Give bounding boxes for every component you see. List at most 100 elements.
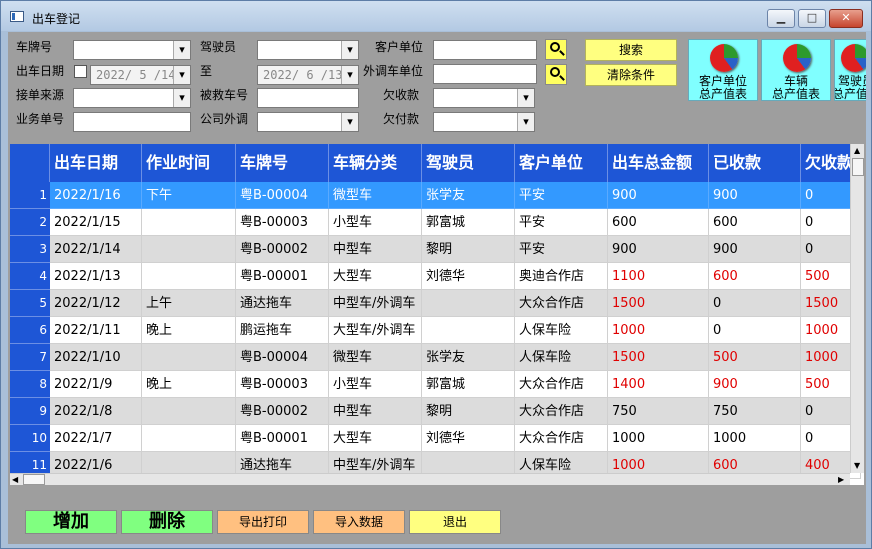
vehicle-report-button[interactable]: 车辆 总产值表 [761, 39, 831, 101]
date-checkbox[interactable] [74, 65, 87, 78]
scroll-left-icon[interactable]: ◀ [12, 475, 18, 484]
table-cell: 张学友 [422, 182, 515, 209]
rescued-input[interactable] [257, 88, 359, 108]
row-number[interactable]: 3 [10, 236, 50, 263]
table-cell: 600 [608, 209, 709, 236]
table-row[interactable]: 1 2022/1/16 下午 粤B-00004 微型车 张学友 平安 900 900 0 [10, 182, 861, 209]
table-cell: 下午 [142, 182, 236, 209]
outsource-search-button[interactable] [545, 64, 567, 85]
table-row[interactable]: 5 2022/1/12 上午 通达拖车 中型车/外调车 大众合作店 1500 0 1500 [10, 290, 861, 317]
delete-button[interactable]: 删除 [121, 510, 213, 534]
table-row[interactable]: 8 2022/1/9 晚上 粤B-00003 小型车 郭富城 大众合作店 1400 900 500 [10, 371, 861, 398]
driver-report-button[interactable]: 驾驶员总产值表 [834, 39, 866, 101]
table-cell: 大众合作店 [515, 290, 608, 317]
table-cell: 2022/1/14 [50, 236, 142, 263]
row-number[interactable]: 4 [10, 263, 50, 290]
customer-report-button[interactable]: 客户单位 总产值表 [688, 39, 758, 101]
table-cell: 大众合作店 [515, 425, 608, 452]
driver-select[interactable] [257, 40, 359, 60]
outsource-input[interactable] [433, 64, 537, 84]
source-select[interactable] [73, 88, 191, 108]
customer-input[interactable] [433, 40, 537, 60]
table-cell: 750 [608, 398, 709, 425]
table-row[interactable]: 10 2022/1/7 粤B-00001 大型车 刘德华 大众合作店 1000 1000 0 [10, 425, 861, 452]
client-area: 车牌号 驾驶员 客户单位 出车日期 2022/ 5 /14 至 2022/ 6 … [8, 32, 866, 544]
table-cell: 粤B-00001 [236, 263, 329, 290]
order-input[interactable] [73, 112, 191, 132]
row-number[interactable]: 10 [10, 425, 50, 452]
table-cell [142, 263, 236, 290]
company-outsource-label: 公司外调 [200, 112, 249, 126]
table-cell: 粤B-00004 [236, 344, 329, 371]
table-cell: 中型车 [329, 236, 422, 263]
row-number[interactable]: 2 [10, 209, 50, 236]
row-number[interactable]: 1 [10, 182, 50, 209]
table-row[interactable]: 6 2022/1/11 晚上 鹏运拖车 大型车/外调车 人保车险 1000 0 1000 [10, 317, 861, 344]
vertical-scroll-thumb[interactable] [852, 158, 864, 176]
table-cell: 600 [709, 209, 801, 236]
row-number[interactable]: 8 [10, 371, 50, 398]
table-cell: 粤B-00004 [236, 182, 329, 209]
table-row[interactable]: 7 2022/1/10 粤B-00004 微型车 张学友 人保车险 1500 500 1000 [10, 344, 861, 371]
row-number[interactable]: 7 [10, 344, 50, 371]
scroll-right-icon[interactable]: ▶ [838, 475, 844, 484]
customer-search-button[interactable] [545, 39, 567, 60]
table-row[interactable]: 4 2022/1/13 粤B-00001 大型车 刘德华 奥迪合作店 1100 600 500 [10, 263, 861, 290]
search-button[interactable]: 搜索 [585, 39, 677, 61]
table-cell [142, 344, 236, 371]
column-header[interactable]: 车辆分类 [329, 144, 422, 182]
horizontal-scrollbar[interactable]: ◀ ▶ [10, 473, 850, 485]
table-cell: 1000 [709, 425, 801, 452]
column-header[interactable]: 驾驶员 [422, 144, 515, 182]
grid-header: 出车日期 作业时间 车牌号 车辆分类 驾驶员 客户单位 出车总金额 已收款 欠收款 [10, 144, 861, 182]
horizontal-scroll-thumb[interactable] [23, 474, 45, 485]
table-cell: 2022/1/7 [50, 425, 142, 452]
table-cell: 平安 [515, 236, 608, 263]
column-header[interactable]: 客户单位 [515, 144, 608, 182]
date-to-picker[interactable]: 2022/ 6 /13 [257, 65, 359, 85]
date-from-picker[interactable]: 2022/ 5 /14 [90, 65, 191, 85]
table-cell [422, 317, 515, 344]
scroll-up-icon[interactable]: ▲ [854, 146, 860, 155]
table-cell: 人保车险 [515, 317, 608, 344]
row-number[interactable]: 9 [10, 398, 50, 425]
app-window: 出车登记 ▁ □ ✕ 车牌号 驾驶员 客户单位 出车日期 2022/ 5 /14… [0, 0, 872, 549]
table-row[interactable]: 3 2022/1/14 粤B-00002 中型车 黎明 平安 900 900 0 [10, 236, 861, 263]
column-header[interactable]: 已收款 [709, 144, 801, 182]
table-cell: 2022/1/16 [50, 182, 142, 209]
minimize-button[interactable]: ▁ [767, 9, 795, 28]
column-header[interactable]: 车牌号 [236, 144, 329, 182]
date-to-label: 至 [200, 64, 213, 78]
order-label: 业务单号 [16, 112, 65, 126]
export-print-button[interactable]: 导出打印 [217, 510, 309, 534]
exit-button[interactable]: 退出 [409, 510, 501, 534]
payable-select[interactable] [433, 112, 535, 132]
maximize-button[interactable]: □ [798, 9, 826, 28]
clear-button[interactable]: 清除条件 [585, 64, 677, 86]
plate-select[interactable] [73, 40, 191, 60]
column-header[interactable]: 出车日期 [50, 144, 142, 182]
table-cell: 粤B-00002 [236, 236, 329, 263]
table-cell: 粤B-00001 [236, 425, 329, 452]
table-row[interactable]: 2 2022/1/15 粤B-00003 小型车 郭富城 平安 600 600 0 [10, 209, 861, 236]
close-button[interactable]: ✕ [829, 9, 863, 28]
vertical-scrollbar[interactable]: ▲ ▼ [850, 144, 864, 473]
column-header[interactable]: 出车总金额 [608, 144, 709, 182]
owed-select[interactable] [433, 88, 535, 108]
table-cell: 900 [709, 182, 801, 209]
table-row[interactable]: 9 2022/1/8 粤B-00002 中型车 黎明 大众合作店 750 750 0 [10, 398, 861, 425]
column-header[interactable]: 作业时间 [142, 144, 236, 182]
pie-chart-icon [841, 44, 866, 72]
table-cell: 晚上 [142, 371, 236, 398]
scroll-down-icon[interactable]: ▼ [854, 461, 860, 470]
row-number[interactable]: 6 [10, 317, 50, 344]
table-cell: 通达拖车 [236, 290, 329, 317]
row-number[interactable]: 5 [10, 290, 50, 317]
table-cell: 大众合作店 [515, 398, 608, 425]
table-cell [142, 209, 236, 236]
company-outsource-select[interactable] [257, 112, 359, 132]
import-data-button[interactable]: 导入数据 [313, 510, 405, 534]
pie-chart-icon [783, 44, 811, 72]
data-grid[interactable]: 出车日期 作业时间 车牌号 车辆分类 驾驶员 客户单位 出车总金额 已收款 欠收款 1 2022/… [10, 144, 864, 485]
add-button[interactable]: 增加 [25, 510, 117, 534]
